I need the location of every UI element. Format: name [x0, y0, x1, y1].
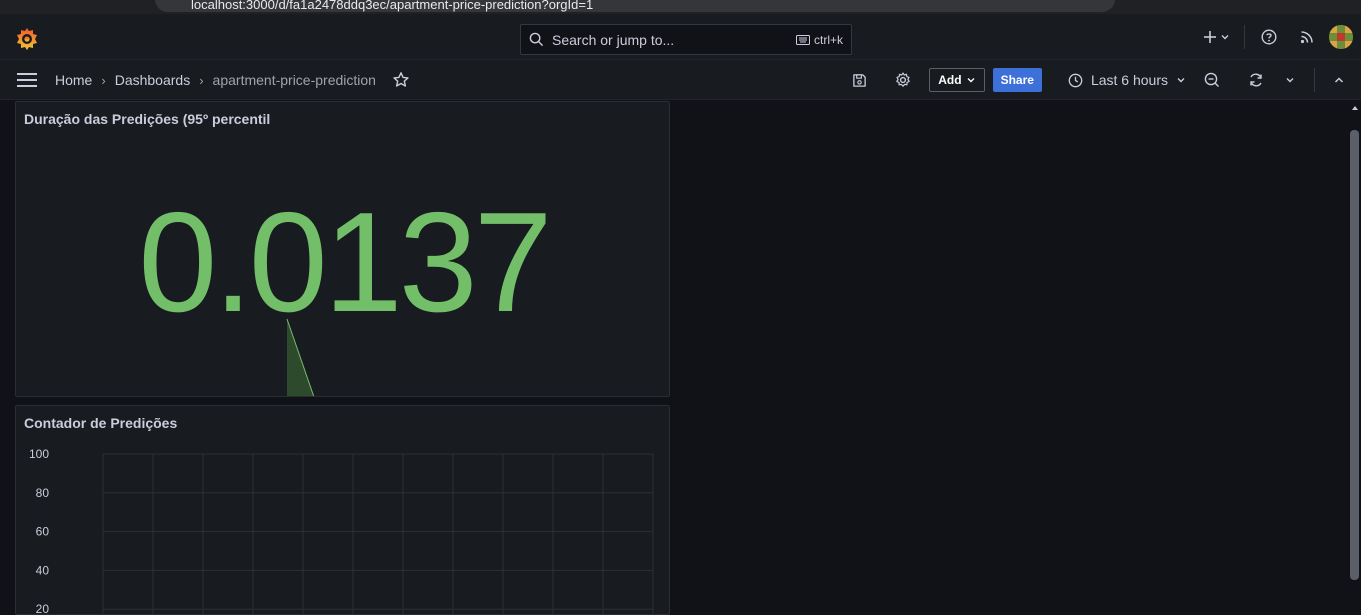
- stat-panel[interactable]: Duração das Predições (95º percentil 0.0…: [15, 101, 670, 397]
- clock-icon: [1068, 73, 1083, 87]
- add-label: Add: [938, 73, 962, 87]
- dashboard-toolbar: Add Share Last 6 hours: [845, 60, 1361, 100]
- refresh-interval-button[interactable]: [1276, 66, 1304, 94]
- help-button[interactable]: [1255, 23, 1283, 51]
- timeseries-panel[interactable]: Contador de Predições 100 80 60 40 20: [15, 405, 670, 615]
- keyboard-icon: [795, 34, 810, 45]
- search-input[interactable]: Search or jump to... ctrl+k: [520, 24, 852, 55]
- breadcrumb-separator: ›: [199, 72, 204, 88]
- gear-icon: [896, 72, 911, 87]
- keyboard-shortcut: ctrl+k: [795, 32, 843, 47]
- shortcut-label: ctrl+k: [813, 32, 843, 47]
- help-icon: [1261, 29, 1277, 45]
- top-bar-actions: [1198, 14, 1361, 60]
- address-bar[interactable]: localhost:3000/d/fa1a2478ddq3ec/apartmen…: [155, 0, 1115, 12]
- chevron-down-icon: [1286, 78, 1294, 83]
- y-tick-label: 40: [36, 563, 50, 577]
- top-bar: Search or jump to... ctrl+k: [0, 14, 1361, 60]
- breadcrumb-current-dashboard: apartment-price-prediction: [212, 72, 376, 88]
- grafana-logo-icon[interactable]: [14, 26, 40, 52]
- sparkline: [286, 318, 315, 396]
- menu-icon[interactable]: [16, 70, 38, 90]
- collapse-toolbar-button[interactable]: [1325, 66, 1353, 94]
- new-menu-button[interactable]: [1198, 23, 1234, 51]
- divider: [1244, 25, 1245, 49]
- time-range-label: Last 6 hours: [1090, 72, 1168, 88]
- divider: [1314, 68, 1315, 92]
- chevron-down-icon: [1177, 78, 1185, 83]
- refresh-button[interactable]: [1242, 66, 1270, 94]
- breadcrumb-separator: ›: [101, 72, 106, 88]
- add-button[interactable]: Add: [929, 68, 985, 92]
- refresh-icon: [1250, 73, 1262, 87]
- plus-icon: [1203, 31, 1216, 43]
- browser-chrome: localhost:3000/d/fa1a2478ddq3ec/apartmen…: [0, 0, 1361, 14]
- breadcrumb-dashboards[interactable]: Dashboards: [115, 72, 191, 88]
- breadcrumb-home[interactable]: Home: [55, 72, 92, 88]
- share-label: Share: [1000, 73, 1034, 87]
- zoom-out-icon: [1204, 72, 1219, 87]
- avatar-image: [1329, 25, 1353, 49]
- scroll-up-arrow-icon[interactable]: [1349, 102, 1361, 114]
- breadcrumb: Home › Dashboards › apartment-price-pred…: [55, 60, 410, 100]
- dashboard-nav-bar: Home › Dashboards › apartment-price-pred…: [0, 60, 1361, 100]
- star-icon[interactable]: [392, 71, 410, 89]
- chevron-up-icon: [1334, 77, 1344, 83]
- zoom-out-button[interactable]: [1198, 66, 1226, 94]
- y-tick-label: 100: [29, 447, 49, 461]
- user-avatar[interactable]: [1329, 25, 1353, 49]
- y-tick-label: 80: [36, 486, 50, 500]
- share-button[interactable]: Share: [992, 68, 1042, 92]
- y-tick-label: 60: [36, 525, 50, 539]
- y-tick-label: 20: [36, 602, 50, 615]
- chevron-down-icon: [967, 78, 975, 83]
- save-dashboard-button[interactable]: [845, 66, 873, 94]
- news-feed-button[interactable]: [1293, 23, 1321, 51]
- time-range-picker[interactable]: Last 6 hours: [1068, 72, 1186, 88]
- rss-icon: [1300, 31, 1313, 44]
- search-placeholder: Search or jump to...: [552, 31, 675, 48]
- timeseries-chart: 100 80 60 40 20: [29, 447, 654, 615]
- chevron-down-icon: [1221, 35, 1228, 40]
- dashboard-settings-button[interactable]: [889, 66, 917, 94]
- save-icon: [852, 73, 866, 87]
- search-icon: [529, 32, 544, 47]
- scrollbar-thumb[interactable]: [1350, 130, 1359, 580]
